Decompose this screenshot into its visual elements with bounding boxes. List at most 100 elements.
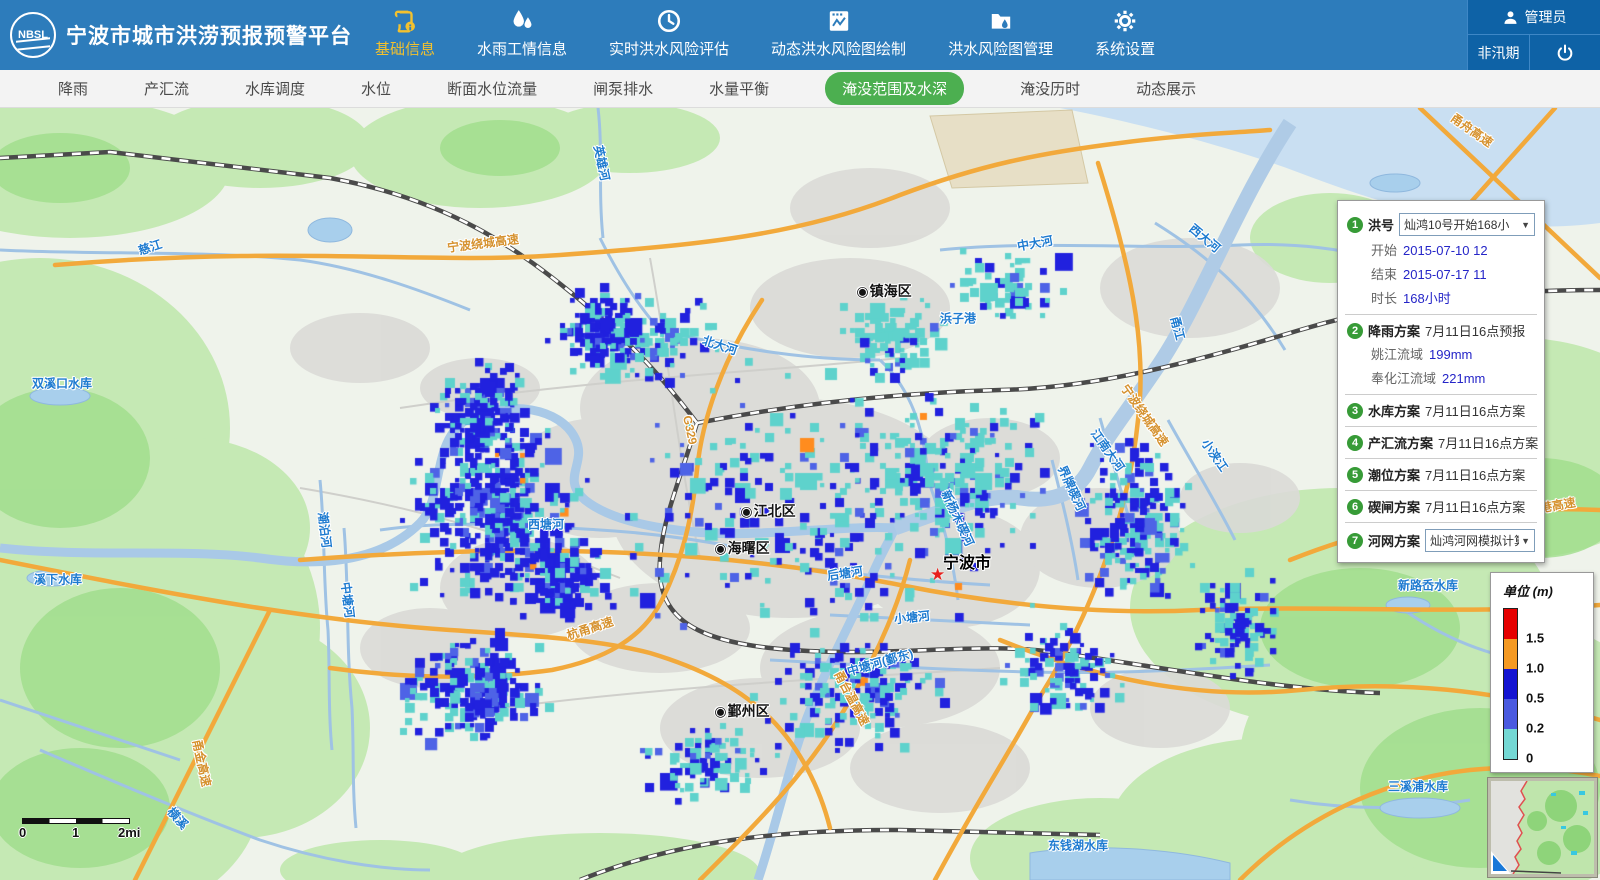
river-network-select[interactable]: 灿鸿河网模拟计算▼ <box>1425 529 1535 552</box>
district-bullseye-icon: ◉ <box>714 540 726 556</box>
district-bullseye-icon: ◉ <box>740 503 752 519</box>
map-label-road: 宁波绕城高速 <box>1117 381 1172 450</box>
header-right: 管理员 非汛期 <box>1467 0 1600 70</box>
map-label-district: ◉镇海区 <box>856 281 911 301</box>
scale-bar: 012mi <box>22 818 130 840</box>
gear-icon <box>1112 8 1138 34</box>
subnav-item-5[interactable]: 闸泵排水 <box>593 78 653 99</box>
power-icon <box>1555 43 1575 63</box>
subnav-item-3[interactable]: 水位 <box>361 78 391 99</box>
nav-item-0[interactable]: 基础信息 <box>373 0 437 70</box>
map-label-river: 江南大河 <box>1087 425 1128 474</box>
map-label-river: 中塘河(鄞东) <box>845 644 915 679</box>
nav-item-4[interactable]: 洪水风险图管理 <box>946 0 1055 70</box>
nav-item-5[interactable]: 系统设置 <box>1093 0 1157 70</box>
subnav-item-4[interactable]: 断面水位流量 <box>447 78 537 99</box>
panel-row: 5潮位方案7月11日16点方案 <box>1347 465 1535 484</box>
step-number-badge: 4 <box>1347 435 1363 451</box>
map-label-river: 小浃江 <box>1198 435 1233 474</box>
map-label-river: 新杨木碶河 <box>938 487 979 549</box>
nav-item-1[interactable]: 水雨工情信息 <box>475 0 569 70</box>
step-number-badge: 5 <box>1347 467 1363 483</box>
map-label-reservoir: 新路岙水库 <box>1398 577 1458 594</box>
subnav-item-9[interactable]: 动态展示 <box>1136 78 1196 99</box>
nav-item-label: 系统设置 <box>1095 38 1155 59</box>
city-name: 宁波市 <box>943 549 991 573</box>
map-label-river: 小塘河 <box>893 607 931 628</box>
dynamic-chart-icon <box>826 8 852 34</box>
subnav-item-6[interactable]: 水量平衡 <box>709 78 769 99</box>
folder-icon <box>988 8 1014 34</box>
map-label-river: 潮泊河 <box>314 511 335 549</box>
subnav-item-7[interactable]: 淹没范围及水深 <box>825 72 964 105</box>
chevron-down-icon: ▼ <box>1521 220 1530 230</box>
panel-row: 1洪号灿鸿10号开始168小▼ <box>1347 213 1535 236</box>
brand: NBSL 宁波市城市洪涝预报预警平台 <box>0 0 365 70</box>
legend-title: 单位 (m) <box>1503 581 1585 600</box>
flood-period-button[interactable]: 非汛期 <box>1468 35 1530 70</box>
subnav-item-1[interactable]: 产汇流 <box>144 78 189 99</box>
subnav-item-2[interactable]: 水库调度 <box>245 78 305 99</box>
panel-row: 4产汇流方案7月11日16点方案 <box>1347 433 1535 452</box>
step-number-badge: 1 <box>1347 217 1363 233</box>
subnav-item-8[interactable]: 淹没历时 <box>1020 78 1080 99</box>
map-label-river: 界牌碶河 <box>1054 463 1090 514</box>
flood-platform-app: NBSL 宁波市城市洪涝预报预警平台 基础信息水雨工情信息实时洪水风险评估 动态洪… <box>0 0 1600 880</box>
map-label-river: 甬江 <box>1167 314 1190 342</box>
logout-button[interactable] <box>1530 35 1600 70</box>
map-label-river: 慈江 <box>136 235 164 259</box>
map-label-river: 西大河 <box>1186 220 1225 256</box>
map-label-district: ◉鄞州区 <box>714 701 769 721</box>
map-viewport[interactable]: 慈江英雄河中大河西大河北大河浜子港甬江西塘河后塘河小塘河中塘河(鄞东)新杨木碶河… <box>0 108 1600 880</box>
top-nav-bar: NBSL 宁波市城市洪涝预报预警平台 基础信息水雨工情信息实时洪水风险评估 动态洪… <box>0 0 1600 70</box>
panel-row: 2降雨方案7月11日16点预报 <box>1347 321 1535 340</box>
user-icon <box>1502 9 1519 26</box>
legend-tick: 0.5 <box>1526 691 1544 706</box>
city-star-icon: ★ <box>930 565 945 585</box>
period-label: 非汛期 <box>1478 43 1520 63</box>
scenario-panel: 1洪号灿鸿10号开始168小▼开始2015-07-10 12结束2015-07-… <box>1337 200 1545 563</box>
user-menu-button[interactable]: 管理员 <box>1468 0 1600 35</box>
panel-row: 7河网方案灿鸿河网模拟计算▼ <box>1347 529 1535 552</box>
legend-tick: 0 <box>1526 751 1533 766</box>
map-label-reservoir: 三溪浦水库 <box>1388 778 1448 795</box>
depth-legend: 单位 (m) 1.51.00.50.20 <box>1490 572 1594 773</box>
logo-text: NBSL <box>18 29 48 41</box>
panel-row: 3水库方案7月11日16点方案 <box>1347 401 1535 420</box>
clock-icon <box>656 8 682 34</box>
map-label-district: ◉海曙区 <box>714 538 769 558</box>
legend-segment <box>1504 729 1517 759</box>
scale-label: 0 <box>19 825 26 840</box>
map-label-river: 英雄河 <box>590 144 614 183</box>
legend-segment <box>1504 699 1517 729</box>
legend-tick: 1.0 <box>1526 661 1544 676</box>
overview-minimap[interactable] <box>1488 778 1597 877</box>
map-label-river: 后塘河 <box>826 562 864 584</box>
subnav-item-0[interactable]: 降雨 <box>58 78 88 99</box>
nav-item-label: 实时洪水风险评估 <box>609 38 729 59</box>
map-label-district: ◉江北区 <box>740 501 795 521</box>
map-label-road: 甬舟高速 <box>1447 109 1496 150</box>
chevron-down-icon: ▼ <box>1521 536 1530 546</box>
nav-item-3[interactable]: 动态洪水风险图绘制 <box>769 0 908 70</box>
map-label-road: 杭甬高速 <box>565 612 616 643</box>
legend-segment <box>1504 669 1517 699</box>
flood-number-select[interactable]: 灿鸿10号开始168小▼ <box>1399 213 1535 236</box>
scale-label: 1 <box>72 825 79 840</box>
main-nav: 基础信息水雨工情信息实时洪水风险评估 动态洪水风险图绘制 洪水风险图管理系统设置 <box>373 0 1157 70</box>
map-label-reservoir: 双溪口水库 <box>32 375 92 392</box>
legend-segment <box>1504 639 1517 669</box>
map-label-river: 横溪 <box>164 803 193 832</box>
platform-logo: NBSL <box>10 12 56 58</box>
nav-item-2[interactable]: 实时洪水风险评估 <box>607 0 731 70</box>
step-number-badge: 7 <box>1347 533 1363 549</box>
legend-tick: 0.2 <box>1526 721 1544 736</box>
nav-item-label: 动态洪水风险图绘制 <box>771 38 906 59</box>
panel-detail: 奉化江流域221mm <box>1371 368 1535 388</box>
step-number-badge: 3 <box>1347 403 1363 419</box>
scroll-info-icon <box>392 8 418 34</box>
map-label-road: 甬金高速 <box>189 738 216 789</box>
map-label-river: 北大河 <box>700 331 740 358</box>
map-label-river: 中大河 <box>1016 232 1054 255</box>
step-number-badge: 6 <box>1347 499 1363 515</box>
